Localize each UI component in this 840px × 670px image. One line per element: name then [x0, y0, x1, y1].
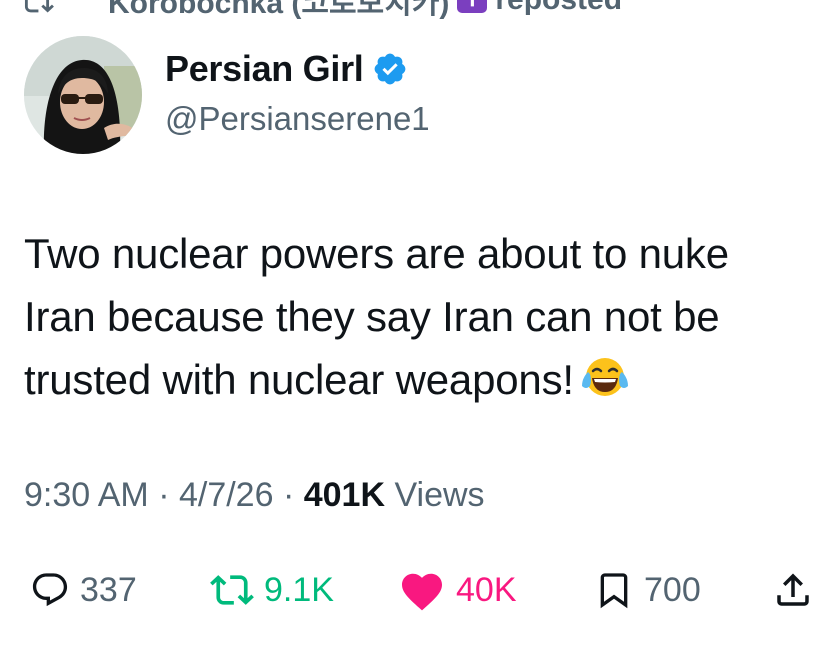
tweet-line-3: trusted with nuclear weapons!: [24, 356, 574, 403]
author-handle[interactable]: @Persianserene1: [165, 100, 430, 138]
views-label: Views: [385, 476, 485, 514]
repost-icon: [24, 0, 54, 13]
reposter-name[interactable]: Korobochka (코로보치카): [108, 0, 449, 22]
repost-header[interactable]: Korobochka (코로보치카) ✝ reposted: [24, 0, 622, 20]
reply-count: 337: [80, 570, 137, 609]
action-bar: 337 9.1K 40K 700: [20, 560, 830, 620]
repost-count: 9.1K: [264, 570, 334, 609]
avatar[interactable]: [24, 36, 142, 154]
reply-icon: [32, 573, 68, 607]
tweet-date[interactable]: 4/7/26: [179, 476, 274, 514]
reply-button[interactable]: 337: [30, 560, 137, 620]
display-name[interactable]: Persian Girl: [165, 48, 364, 90]
tweet-line-1: Two nuclear powers are about to nuke: [24, 230, 729, 277]
meta-separator: ·: [148, 476, 179, 514]
views-count: 401K: [303, 476, 385, 514]
laughing-tears-emoji-icon: [581, 358, 628, 396]
tweet-line-2: Iran because they say Iran can not be: [24, 293, 720, 340]
repost-suffix: reposted: [495, 0, 622, 17]
verified-badge-icon[interactable]: [372, 51, 408, 87]
like-button[interactable]: 40K: [398, 560, 517, 620]
tweet-meta: 9:30 AM · 4/7/26 · 401K Views: [24, 476, 485, 515]
share-button[interactable]: [772, 560, 814, 620]
bookmark-count: 700: [644, 570, 701, 609]
repost-icon: [210, 575, 254, 605]
like-count: 40K: [456, 570, 517, 609]
share-icon: [777, 573, 809, 606]
tweet-line-3-wrap: trusted with nuclear weapons!: [24, 348, 824, 411]
bookmark-button[interactable]: 700: [594, 560, 701, 620]
tweet-text: Two nuclear powers are about to nuke Ira…: [24, 222, 824, 411]
flag-badge-icon: ✝: [457, 0, 488, 13]
avatar-image: [24, 36, 142, 154]
author-name-row[interactable]: Persian Girl: [165, 48, 408, 90]
bookmark-icon: [600, 573, 628, 609]
meta-separator: ·: [273, 476, 304, 514]
repost-button[interactable]: 9.1K: [210, 560, 334, 620]
heart-icon: [402, 573, 442, 611]
tweet-time[interactable]: 9:30 AM: [24, 476, 149, 514]
